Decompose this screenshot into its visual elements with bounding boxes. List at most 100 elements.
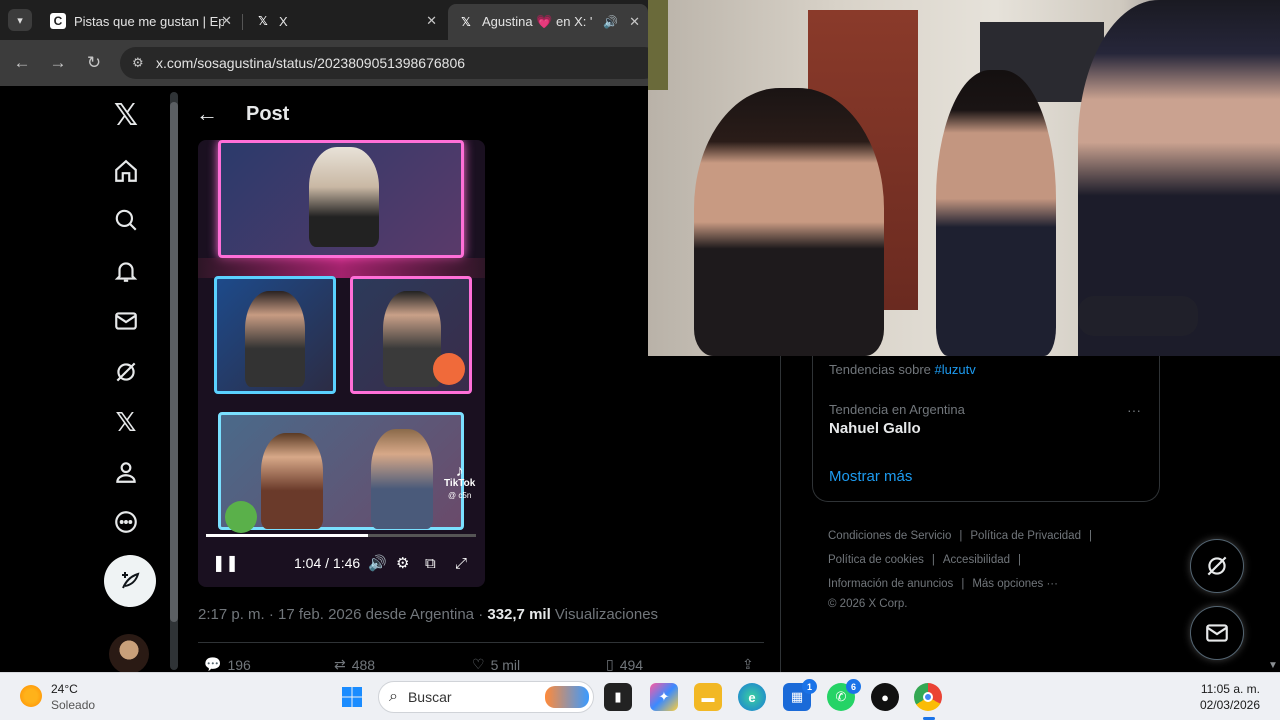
trend-name[interactable]: Nahuel Gallo — [829, 420, 921, 437]
volume-icon[interactable]: 🔊 — [368, 554, 387, 572]
tab-pistas[interactable]: C Pistas que me gustan | Ep ✕ — [40, 6, 240, 36]
profile-icon[interactable] — [111, 457, 141, 487]
close-icon[interactable]: ✕ — [426, 13, 437, 29]
duration: 1:46 — [332, 555, 361, 571]
footer-cookies[interactable]: Política de cookies — [828, 554, 924, 566]
repost-icon: ⇄ — [334, 656, 346, 672]
video-player[interactable]: ♪ TikTok @ c5n ❚❚ 1:04 / 1:46 🔊 ⚙ ⧉ ⤢ — [198, 140, 485, 587]
home-icon[interactable] — [111, 156, 141, 186]
account-avatar[interactable] — [109, 634, 149, 674]
heart-icon: ♡ — [472, 656, 485, 672]
generic-page-icon: C — [50, 13, 66, 29]
more-menu-icon[interactable]: ··· — [1127, 402, 1141, 418]
messages-float-button[interactable] — [1190, 606, 1244, 660]
trend-label: Tendencia en Argentina — [829, 402, 965, 417]
speaker-icon[interactable]: 🔊 — [603, 15, 618, 29]
whatsapp-icon[interactable]: ✆ 6 — [827, 679, 861, 711]
webcam-game-controller — [1078, 296, 1198, 336]
reply-button[interactable]: 💬 196 — [204, 656, 251, 672]
back-arrow-icon[interactable]: ← — [4, 53, 40, 73]
trend-hashtag[interactable]: #luzutv — [935, 362, 976, 377]
tab-search-button[interactable]: ▾ — [8, 9, 32, 31]
bell-icon[interactable] — [111, 256, 141, 286]
grok-float-button[interactable] — [1190, 539, 1244, 593]
system-clock[interactable]: 11:05 a. m. 02/03/2026 — [1160, 681, 1260, 713]
view-count: 332,7 mil — [487, 606, 551, 623]
pause-icon[interactable]: ❚❚ — [212, 553, 239, 573]
mail-icon[interactable] — [111, 306, 141, 336]
url-text: x.com/sosagustina/status/202380905139867… — [156, 55, 466, 71]
like-button[interactable]: ♡ 5 mil — [472, 656, 520, 672]
microsoft-store-icon[interactable]: ▦ 1 — [783, 679, 817, 711]
video-panel-left — [214, 276, 336, 394]
premium-x-icon[interactable]: 𝕏 — [111, 407, 141, 437]
repost-button[interactable]: ⇄ 488 — [334, 656, 375, 672]
main-scrollbar[interactable] — [170, 92, 178, 670]
x-logo-icon: 𝕏 — [258, 14, 268, 28]
task-view-icon[interactable]: ▮ — [604, 683, 632, 711]
current-time: 1:04 — [294, 555, 322, 571]
post-action-bar: 💬 196 ⇄ 488 ♡ 5 mil ▯ 494 ⇪ — [198, 656, 764, 672]
video-controls: ❚❚ 1:04 / 1:46 🔊 ⚙ ⧉ ⤢ — [198, 548, 485, 578]
video-watermark: TikTok — [444, 478, 476, 489]
compose-post-button[interactable] — [104, 555, 156, 607]
weather-widget[interactable]: 24°C Soleado — [51, 681, 95, 713]
tab-title: Agustina 💗 en X: "E — [482, 14, 592, 29]
search-icon[interactable] — [111, 205, 141, 235]
footer-accessibility[interactable]: Accesibilidad — [943, 554, 1010, 566]
bookmark-icon: ▯ — [606, 656, 614, 672]
forward-arrow-icon[interactable]: → — [40, 53, 76, 73]
post-meta: 2:17 p. m. · 17 feb. 2026 desde Argentin… — [198, 606, 658, 623]
video-panel-bottom — [218, 412, 464, 533]
grok-icon[interactable] — [111, 357, 141, 387]
show-more-link[interactable]: Mostrar más — [829, 468, 912, 485]
footer-privacy[interactable]: Política de Privacidad — [970, 530, 1081, 542]
footer-more-options[interactable]: Más opciones ··· — [972, 578, 1058, 590]
x-sidebar-nav: 𝕏 𝕏 — [95, 86, 160, 674]
video-panel-right — [350, 276, 472, 394]
chrome-icon[interactable] — [914, 683, 942, 711]
bookmark-button[interactable]: ▯ 494 — [606, 656, 643, 672]
taskbar-search-box[interactable]: ⌕ Buscar — [378, 681, 594, 713]
close-icon[interactable]: ✕ — [221, 13, 232, 29]
page-title: Post — [246, 102, 290, 125]
edge-icon[interactable]: e — [738, 683, 766, 711]
footer-links: Condiciones de Servicio | Política de Priv… — [828, 524, 1128, 612]
tab-x[interactable]: 𝕏 X ✕ — [245, 6, 445, 36]
x-logo-icon: 𝕏 — [461, 15, 471, 29]
post-datetime[interactable]: 2:17 p. m. · 17 feb. 2026 desde Argentin… — [198, 606, 487, 623]
video-progress-bar[interactable] — [206, 534, 476, 537]
reload-icon[interactable]: ↻ — [76, 53, 112, 73]
webcam-overlay — [648, 0, 1280, 356]
trend-about[interactable]: Tendencias sobre #luzutv — [829, 362, 976, 377]
fullscreen-icon[interactable]: ⤢ — [455, 555, 467, 572]
site-settings-icon[interactable]: ⚙ — [132, 55, 144, 71]
search-placeholder: Buscar — [407, 689, 452, 705]
close-icon[interactable]: ✕ — [629, 14, 640, 30]
tab-agustina-active[interactable]: 𝕏 Agustina 💗 en X: "E 🔊 ✕ — [448, 4, 648, 40]
video-watermark-handle: @ c5n — [448, 491, 472, 500]
settings-icon[interactable]: ⚙ — [396, 554, 409, 572]
share-button[interactable]: ⇪ — [742, 656, 754, 672]
tiktok-icon: ♪ — [455, 463, 464, 480]
app-icon[interactable]: ● — [871, 683, 899, 711]
x-logo-icon[interactable]: 𝕏 — [111, 99, 141, 132]
share-icon: ⇪ — [742, 656, 754, 672]
copilot-icon[interactable]: ✦ — [650, 683, 678, 711]
windows-start-icon[interactable] — [338, 683, 366, 711]
footer-terms[interactable]: Condiciones de Servicio — [828, 530, 951, 542]
picture-in-picture-icon[interactable]: ⧉ — [425, 555, 436, 572]
file-explorer-icon[interactable]: ▬ — [694, 683, 722, 711]
tab-title: X — [279, 13, 288, 29]
url-bar[interactable]: ⚙ x.com/sosagustina/status/2023809051398… — [120, 47, 660, 79]
browser-toolbar: ← → ↻ ⚙ x.com/sosagustina/status/2023809… — [0, 40, 660, 86]
post-header: ← Post — [196, 96, 289, 132]
more-circle-icon[interactable] — [111, 507, 141, 537]
clock-date: 02/03/2026 — [1199, 698, 1260, 712]
sun-icon — [20, 685, 42, 707]
scroll-down-arrow-icon[interactable]: ▼ — [1268, 660, 1278, 671]
search-highlight-icon — [545, 686, 589, 708]
back-arrow-icon[interactable]: ← — [196, 101, 218, 127]
footer-ads-info[interactable]: Información de anuncios — [828, 578, 953, 590]
weather-temp: 24°C — [51, 682, 78, 696]
